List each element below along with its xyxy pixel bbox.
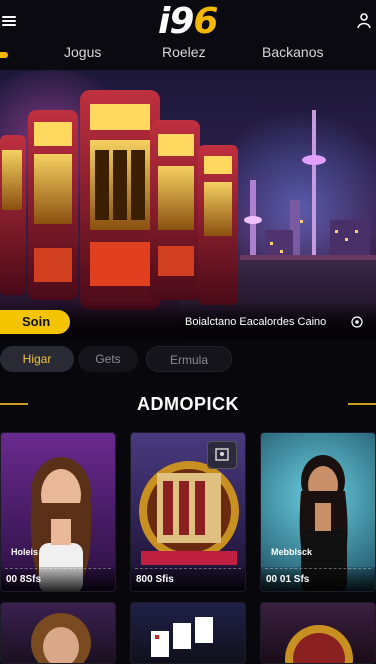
nav-item-jogus[interactable]: Jogus (64, 44, 101, 60)
game-card-3[interactable]: Mebblsck 00 01 Sfs (260, 432, 376, 592)
spin-button[interactable]: Soin (0, 310, 70, 334)
filter-chip-gets[interactable]: Gets (78, 346, 138, 372)
game-card-4[interactable] (0, 602, 116, 664)
slot-machines-image (0, 90, 238, 310)
section-title: ADMOPICK (137, 394, 239, 414)
nav-item-roelez[interactable]: Roelez (162, 44, 206, 60)
card-amount: 800 Sfis (136, 574, 174, 585)
video-icon[interactable] (207, 441, 237, 469)
card-label: Mebblsck (271, 547, 313, 557)
menu-icon[interactable] (2, 14, 18, 28)
game-card-6[interactable] (260, 602, 376, 664)
card-amount: 00 8Sfs (6, 574, 42, 585)
hero-caption: Boialctano Eacalordes Caino (185, 316, 327, 328)
hero-banner[interactable]: Soin Boialctano Eacalordes Caino (0, 70, 376, 340)
game-card-2[interactable]: 800 Sfis (130, 432, 246, 592)
filter-chip-higar[interactable]: Higar (0, 346, 74, 372)
info-icon[interactable] (351, 316, 363, 328)
card-slot-image (285, 625, 353, 663)
card-cards-image (151, 617, 213, 657)
nav-item-backanos[interactable]: Backanos (262, 44, 323, 60)
main-nav: Jogus Roelez Backanos (0, 44, 376, 66)
game-card-1[interactable]: Holeis 00 8Sfs (0, 432, 116, 592)
filter-chip-ermula[interactable]: Ermula (146, 346, 232, 372)
top-bar: i96 Jogus Roelez Backanos (0, 0, 376, 70)
card-label: Holeis (11, 547, 39, 557)
filter-tabs: Higar Gets Ermula (0, 346, 376, 374)
logo-part-1: i9 (158, 1, 194, 42)
game-card-5[interactable] (130, 602, 246, 664)
user-icon[interactable] (356, 12, 372, 30)
logo-part-2: 6 (193, 1, 218, 42)
card-amount: 00 01 Sfs (266, 574, 310, 585)
nav-indicator (0, 52, 8, 58)
card-portrait-image (31, 613, 91, 663)
logo[interactable]: i96 (158, 0, 218, 44)
title-line-right (348, 403, 376, 405)
